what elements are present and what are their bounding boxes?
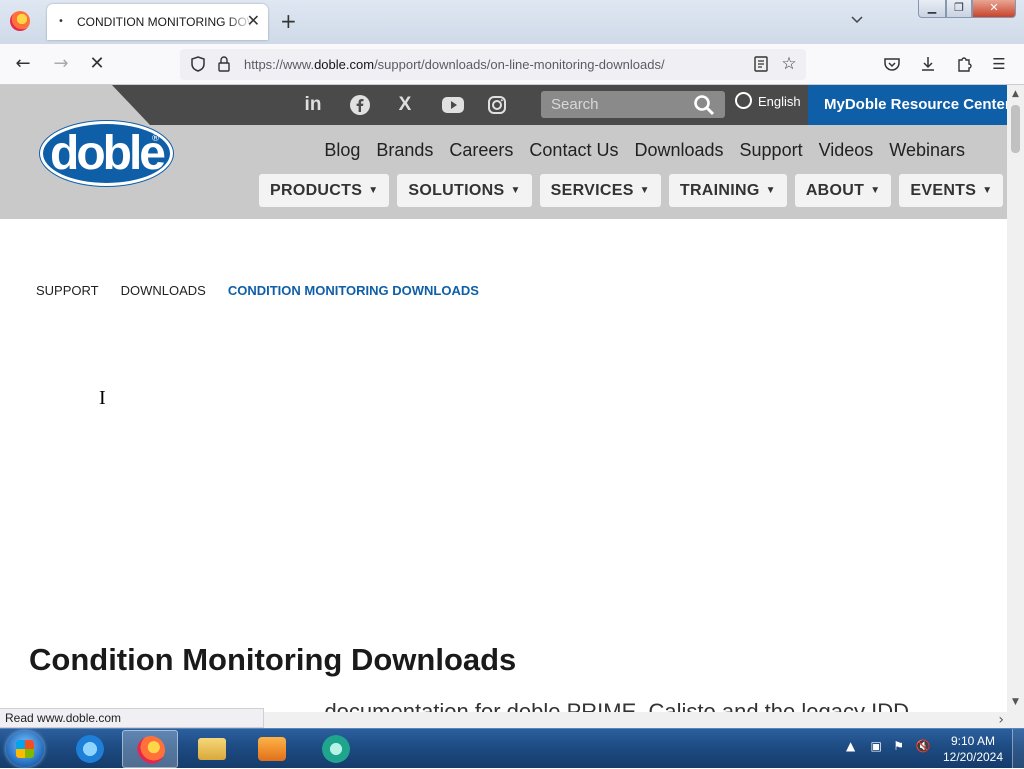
main-menu: PRODUCTS ▼ SOLUTIONS ▼ SERVICES ▼ TRAINING ▼… (259, 174, 1004, 207)
linkedin-icon[interactable]: in (300, 93, 326, 117)
chevron-down-icon: ▼ (982, 185, 993, 196)
logo-registered-mark: ® (151, 134, 160, 144)
app-taskbar[interactable] (308, 730, 364, 768)
link-careers[interactable]: Careers (449, 140, 513, 161)
chevron-down-icon: ▼ (870, 185, 881, 196)
volume-muted-icon[interactable]: 🔇 (916, 739, 931, 753)
scroll-right-icon[interactable]: › (998, 712, 1004, 728)
tab-title: CONDITION MONITORING DOWNLOADS (77, 15, 253, 29)
youtube-icon[interactable] (440, 93, 466, 117)
start-button[interactable] (6, 731, 44, 767)
chevron-down-icon: ▼ (765, 185, 776, 196)
globe-icon (735, 92, 752, 110)
chevron-down-icon: ▼ (368, 185, 379, 196)
utility-bar-angle (112, 85, 150, 125)
link-blog[interactable]: Blog (324, 140, 360, 161)
action-center-flag-icon[interactable]: ⚑ (893, 739, 904, 753)
vertical-scrollbar[interactable]: ▲ ▼ (1007, 85, 1024, 712)
breadcrumb-support[interactable]: SUPPORT (36, 283, 99, 298)
extensions-icon[interactable] (954, 54, 974, 74)
close-tab-icon[interactable]: ✕ (247, 12, 260, 30)
list-all-tabs-icon[interactable] (850, 12, 864, 26)
windows-taskbar: ▲ ▣ ⚑ 🔇 9:10 AM 12/20/2024 (0, 728, 1024, 769)
breadcrumb: SUPPORT DOWNLOADS CONDITION MONITORING D… (36, 283, 479, 298)
internet-explorer-taskbar[interactable] (62, 730, 118, 768)
clock-date: 12/20/2024 (942, 750, 1004, 764)
firefox-icon[interactable] (10, 11, 30, 31)
tab-active[interactable]: • CONDITION MONITORING DOWNLOADS ✕ (47, 4, 268, 40)
language-label: English (758, 94, 801, 109)
link-downloads[interactable]: Downloads (634, 140, 723, 161)
menu-about[interactable]: ABOUT ▼ (794, 174, 892, 207)
forward-icon[interactable]: → (49, 52, 73, 76)
chevron-down-icon: ▼ (639, 185, 650, 196)
back-icon[interactable]: ← (11, 52, 35, 76)
text-cursor-icon: I (99, 387, 106, 409)
pocket-icon[interactable] (882, 54, 902, 74)
chevron-down-icon: ▼ (510, 185, 521, 196)
top-links: Blog Brands Careers Contact Us Downloads… (324, 140, 965, 161)
scrollbar-thumb[interactable] (1011, 105, 1020, 153)
network-icon[interactable]: ▣ (871, 739, 882, 753)
scroll-down-icon[interactable]: ▼ (1007, 695, 1024, 709)
tracking-protection-shield-icon[interactable] (189, 55, 207, 73)
breadcrumb-downloads[interactable]: DOWNLOADS (121, 283, 206, 298)
menu-products[interactable]: PRODUCTS ▼ (259, 174, 390, 207)
breadcrumb-current: CONDITION MONITORING DOWNLOADS (227, 283, 479, 298)
intro-text-partial: ... documentation for doble PRIME, Calis… (300, 699, 928, 712)
link-webinars[interactable]: Webinars (889, 140, 965, 161)
link-brands[interactable]: Brands (376, 140, 433, 161)
search-icon[interactable] (693, 94, 715, 116)
close-window-button[interactable]: ✕ (972, 0, 1016, 18)
system-tray[interactable]: ▲ ▣ ⚑ 🔇 (846, 739, 930, 753)
language-selector[interactable]: English (735, 92, 801, 111)
search-placeholder: Search (551, 96, 599, 113)
page-title: Condition Monitoring Downloads (29, 642, 517, 677)
firefox-taskbar[interactable] (122, 730, 178, 768)
firefox-taskbar-icon (137, 736, 165, 764)
media-player-taskbar[interactable] (244, 730, 300, 768)
tab-loading-indicator: • (58, 16, 64, 27)
menu-events[interactable]: EVENTS ▼ (899, 174, 1004, 207)
windows-logo-icon (16, 740, 34, 758)
link-videos[interactable]: Videos (819, 140, 874, 161)
media-player-icon (258, 737, 286, 761)
file-explorer-taskbar[interactable] (184, 730, 240, 768)
minimize-button[interactable]: ▁ (918, 0, 946, 18)
internet-explorer-icon (76, 735, 104, 763)
reader-view-icon[interactable] (752, 55, 770, 73)
bookmark-star-icon[interactable]: ☆ (780, 55, 798, 73)
menu-training[interactable]: TRAINING ▼ (668, 174, 787, 207)
stop-loading-icon[interactable]: ✕ (85, 52, 109, 76)
show-desktop-button[interactable] (1012, 729, 1024, 769)
show-hidden-icons-icon[interactable]: ▲ (846, 739, 855, 753)
doble-logo[interactable]: doble ® (40, 121, 173, 186)
url-text[interactable]: https://www.doble.com/support/downloads/… (244, 57, 665, 72)
browser-titlebar: • CONDITION MONITORING DOWNLOADS ✕ + ▁ ❐… (0, 0, 1024, 44)
mydoble-resource-center-button[interactable]: MyDoble Resource Center (808, 85, 1007, 125)
app-icon (322, 735, 350, 763)
taskbar-clock[interactable]: 9:10 AM 12/20/2024 (938, 733, 1008, 765)
new-tab-icon[interactable]: + (280, 9, 297, 33)
site-header: in X Search English MyDoble Resource Cen… (0, 85, 1007, 219)
link-support[interactable]: Support (740, 140, 803, 161)
status-bar: Read www.doble.com (0, 708, 264, 728)
folder-icon (198, 738, 226, 760)
x-twitter-icon[interactable]: X (392, 93, 418, 117)
clock-time: 9:10 AM (950, 734, 996, 748)
maximize-button[interactable]: ❐ (946, 0, 972, 18)
navigation-toolbar: ← → ✕ https://www.doble.com/support/down… (0, 44, 1024, 85)
link-contact-us[interactable]: Contact Us (529, 140, 618, 161)
menu-hamburger-icon[interactable]: ☰ (989, 54, 1009, 74)
site-lock-icon[interactable] (215, 55, 233, 73)
menu-solutions[interactable]: SOLUTIONS ▼ (397, 174, 532, 207)
site-search-input[interactable]: Search (541, 91, 725, 118)
scroll-up-icon[interactable]: ▲ (1007, 87, 1024, 101)
address-bar[interactable]: https://www.doble.com/support/downloads/… (180, 49, 806, 80)
downloads-icon[interactable] (918, 54, 938, 74)
instagram-icon[interactable] (484, 93, 510, 117)
web-page: in X Search English MyDoble Resource Cen… (0, 85, 1007, 712)
facebook-icon[interactable] (347, 93, 373, 117)
menu-services[interactable]: SERVICES ▼ (539, 174, 661, 207)
